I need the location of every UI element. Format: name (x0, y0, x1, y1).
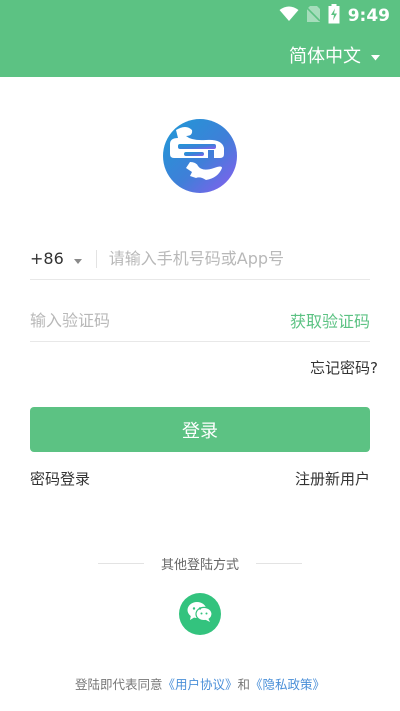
country-code-selector[interactable]: +86 (30, 249, 82, 268)
divider-line (255, 563, 302, 564)
divider (95, 249, 97, 268)
app-header: 9:49 简体中文 (0, 0, 400, 77)
wechat-icon (187, 601, 213, 627)
agreement-prefix: 登陆即代表同意 (74, 677, 163, 692)
forgot-password-link[interactable]: 忘记密码? (310, 357, 378, 378)
verification-code-input[interactable] (30, 310, 290, 330)
no-sim-icon (306, 6, 321, 26)
phone-input[interactable] (108, 249, 370, 268)
login-button[interactable]: 登录 (30, 407, 370, 452)
wifi-icon (279, 6, 299, 26)
caret-down-icon (371, 46, 380, 65)
status-bar: 9:49 (279, 0, 400, 32)
language-label: 简体中文 (289, 46, 361, 67)
agreement-text: 登陆即代表同意《用户协议》和《隐私政策》 (0, 674, 400, 693)
password-login-link[interactable]: 密码登录 (30, 468, 90, 489)
wechat-login-button[interactable] (179, 593, 221, 635)
other-login-divider: 其他登陆方式 (98, 554, 302, 573)
language-selector[interactable]: 简体中文 (289, 42, 380, 68)
status-time: 9:49 (347, 6, 390, 26)
battery-charging-icon (328, 4, 340, 28)
user-agreement-link[interactable]: 《用户协议》 (162, 677, 237, 692)
app-logo-icon (162, 118, 238, 194)
get-code-button[interactable]: 获取验证码 (290, 308, 370, 332)
privacy-policy-link[interactable]: 《隐私政策》 (250, 677, 325, 692)
register-link[interactable]: 注册新用户 (295, 468, 370, 489)
divider-line (98, 563, 144, 564)
phone-row: +86 (30, 238, 370, 280)
caret-down-icon (73, 249, 82, 268)
country-code-label: +86 (30, 249, 64, 268)
other-login-title: 其他登陆方式 (160, 558, 239, 573)
verification-code-row: 获取验证码 (30, 299, 370, 342)
agreement-conjunction: 和 (237, 677, 251, 692)
